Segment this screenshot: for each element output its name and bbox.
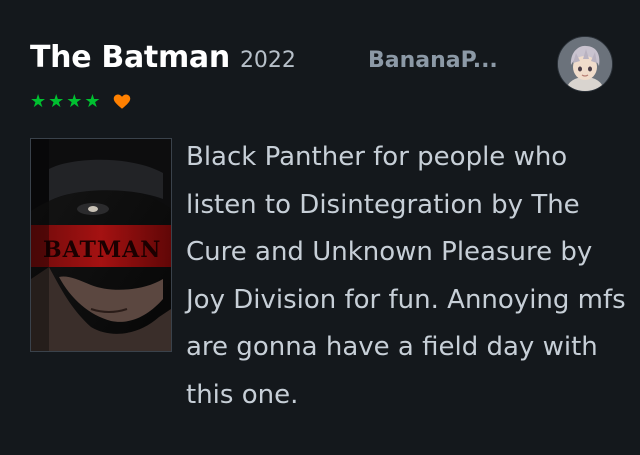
star-icon: ★ bbox=[30, 91, 47, 112]
star-rating: ★ ★ ★ ★ bbox=[30, 92, 131, 112]
review-card: The Batman 2022 BananaP... ★ ★ ★ ★ BATMA… bbox=[0, 0, 640, 455]
film-title[interactable]: The Batman bbox=[30, 40, 230, 75]
film-poster[interactable]: BATMAN bbox=[30, 138, 172, 352]
poster-image: BATMAN bbox=[31, 139, 171, 351]
review-text: Black Panther for people who listen to D… bbox=[186, 142, 626, 410]
star-icon: ★ bbox=[84, 91, 101, 112]
star-icon: ★ bbox=[66, 91, 83, 112]
reviewer-name[interactable]: BananaP... bbox=[368, 48, 498, 73]
film-year[interactable]: 2022 bbox=[240, 48, 296, 73]
heart-icon bbox=[113, 94, 130, 109]
avatar-image bbox=[558, 37, 612, 91]
review-header: The Batman 2022 bbox=[30, 40, 296, 75]
poster-wordmark: BATMAN bbox=[43, 237, 161, 263]
avatar[interactable] bbox=[557, 36, 613, 92]
star-icon: ★ bbox=[48, 91, 65, 112]
